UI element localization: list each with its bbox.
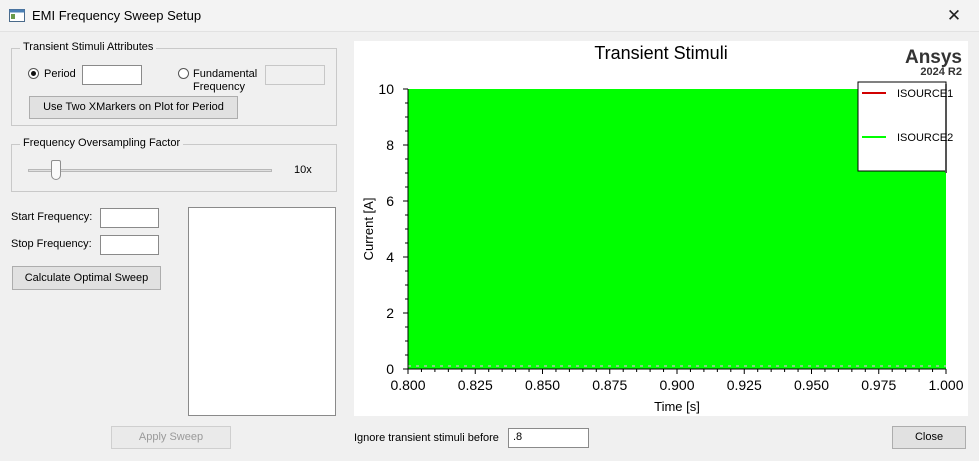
- app-window-icon: [9, 9, 25, 22]
- brand-version: 2024 R2: [920, 66, 962, 78]
- oversampling-value: 10x: [294, 164, 312, 176]
- period-label: Period: [44, 68, 76, 80]
- window-title: EMI Frequency Sweep Setup: [32, 8, 202, 23]
- calculate-optimal-sweep-button[interactable]: Calculate Optimal Sweep: [12, 266, 161, 290]
- oversampling-slider-track[interactable]: [28, 169, 272, 172]
- use-xmarkers-button[interactable]: Use Two XMarkers on Plot for Period: [29, 96, 238, 119]
- legend-label-isource1: ISOURCE1: [897, 88, 953, 100]
- x-tick-label: 0.850: [525, 377, 560, 393]
- x-axis-label: Time [s]: [654, 399, 700, 414]
- x-tick-label: 0.925: [727, 377, 762, 393]
- transient-stimuli-group-title: Transient Stimuli Attributes: [20, 41, 157, 53]
- x-tick-label: 0.800: [390, 377, 425, 393]
- fundamental-frequency-input[interactable]: [265, 65, 325, 85]
- stop-frequency-input[interactable]: [100, 235, 159, 255]
- ignore-transient-label: Ignore transient stimuli before: [354, 432, 499, 444]
- x-tick-label: 0.875: [592, 377, 627, 393]
- x-tick-label: 0.825: [458, 377, 493, 393]
- transient-stimuli-plot[interactable]: Transient Stimuli Ansys 2024 R2 0 2 4 6 8 10 0.80…: [354, 41, 968, 416]
- start-frequency-input[interactable]: [100, 208, 159, 228]
- fundamental-frequency-label: Fundamental Frequency: [193, 68, 258, 93]
- x-tick-label: 0.975: [861, 377, 896, 393]
- brand-logo: Ansys: [905, 47, 962, 68]
- close-button[interactable]: Close: [892, 426, 966, 449]
- title-bar: EMI Frequency Sweep Setup ✕: [0, 0, 979, 32]
- y-tick-label: 0: [386, 361, 394, 377]
- oversampling-group-title: Frequency Oversampling Factor: [20, 137, 184, 149]
- y-tick-label: 2: [386, 305, 394, 321]
- y-tick-label: 4: [386, 249, 394, 265]
- x-tick-label: 0.950: [794, 377, 829, 393]
- y-axis-label: Current [A]: [361, 198, 376, 261]
- ignore-transient-input[interactable]: .8: [508, 428, 589, 448]
- period-input[interactable]: [82, 65, 142, 85]
- window-close-button[interactable]: ✕: [937, 4, 971, 28]
- oversampling-slider-thumb[interactable]: [51, 160, 61, 180]
- chart-title: Transient Stimuli: [594, 43, 727, 63]
- y-tick-label: 6: [386, 193, 394, 209]
- transient-stimuli-chart: Transient Stimuli Ansys2024 R2 0 2 4 6 8 10 0.80…: [361, 43, 964, 414]
- stop-frequency-label: Stop Frequency:: [11, 238, 92, 250]
- sweep-results-list[interactable]: [188, 207, 336, 416]
- y-tick-label: 10: [378, 81, 394, 97]
- x-tick-label: 0.900: [659, 377, 694, 393]
- period-radio[interactable]: [28, 68, 39, 79]
- fundamental-frequency-radio[interactable]: [178, 68, 189, 79]
- x-tick-label: 1.000: [928, 377, 963, 393]
- apply-sweep-button[interactable]: Apply Sweep: [111, 426, 231, 449]
- start-frequency-label: Start Frequency:: [11, 211, 93, 223]
- legend-label-isource2: ISOURCE2: [897, 132, 953, 144]
- y-tick-label: 8: [386, 137, 394, 153]
